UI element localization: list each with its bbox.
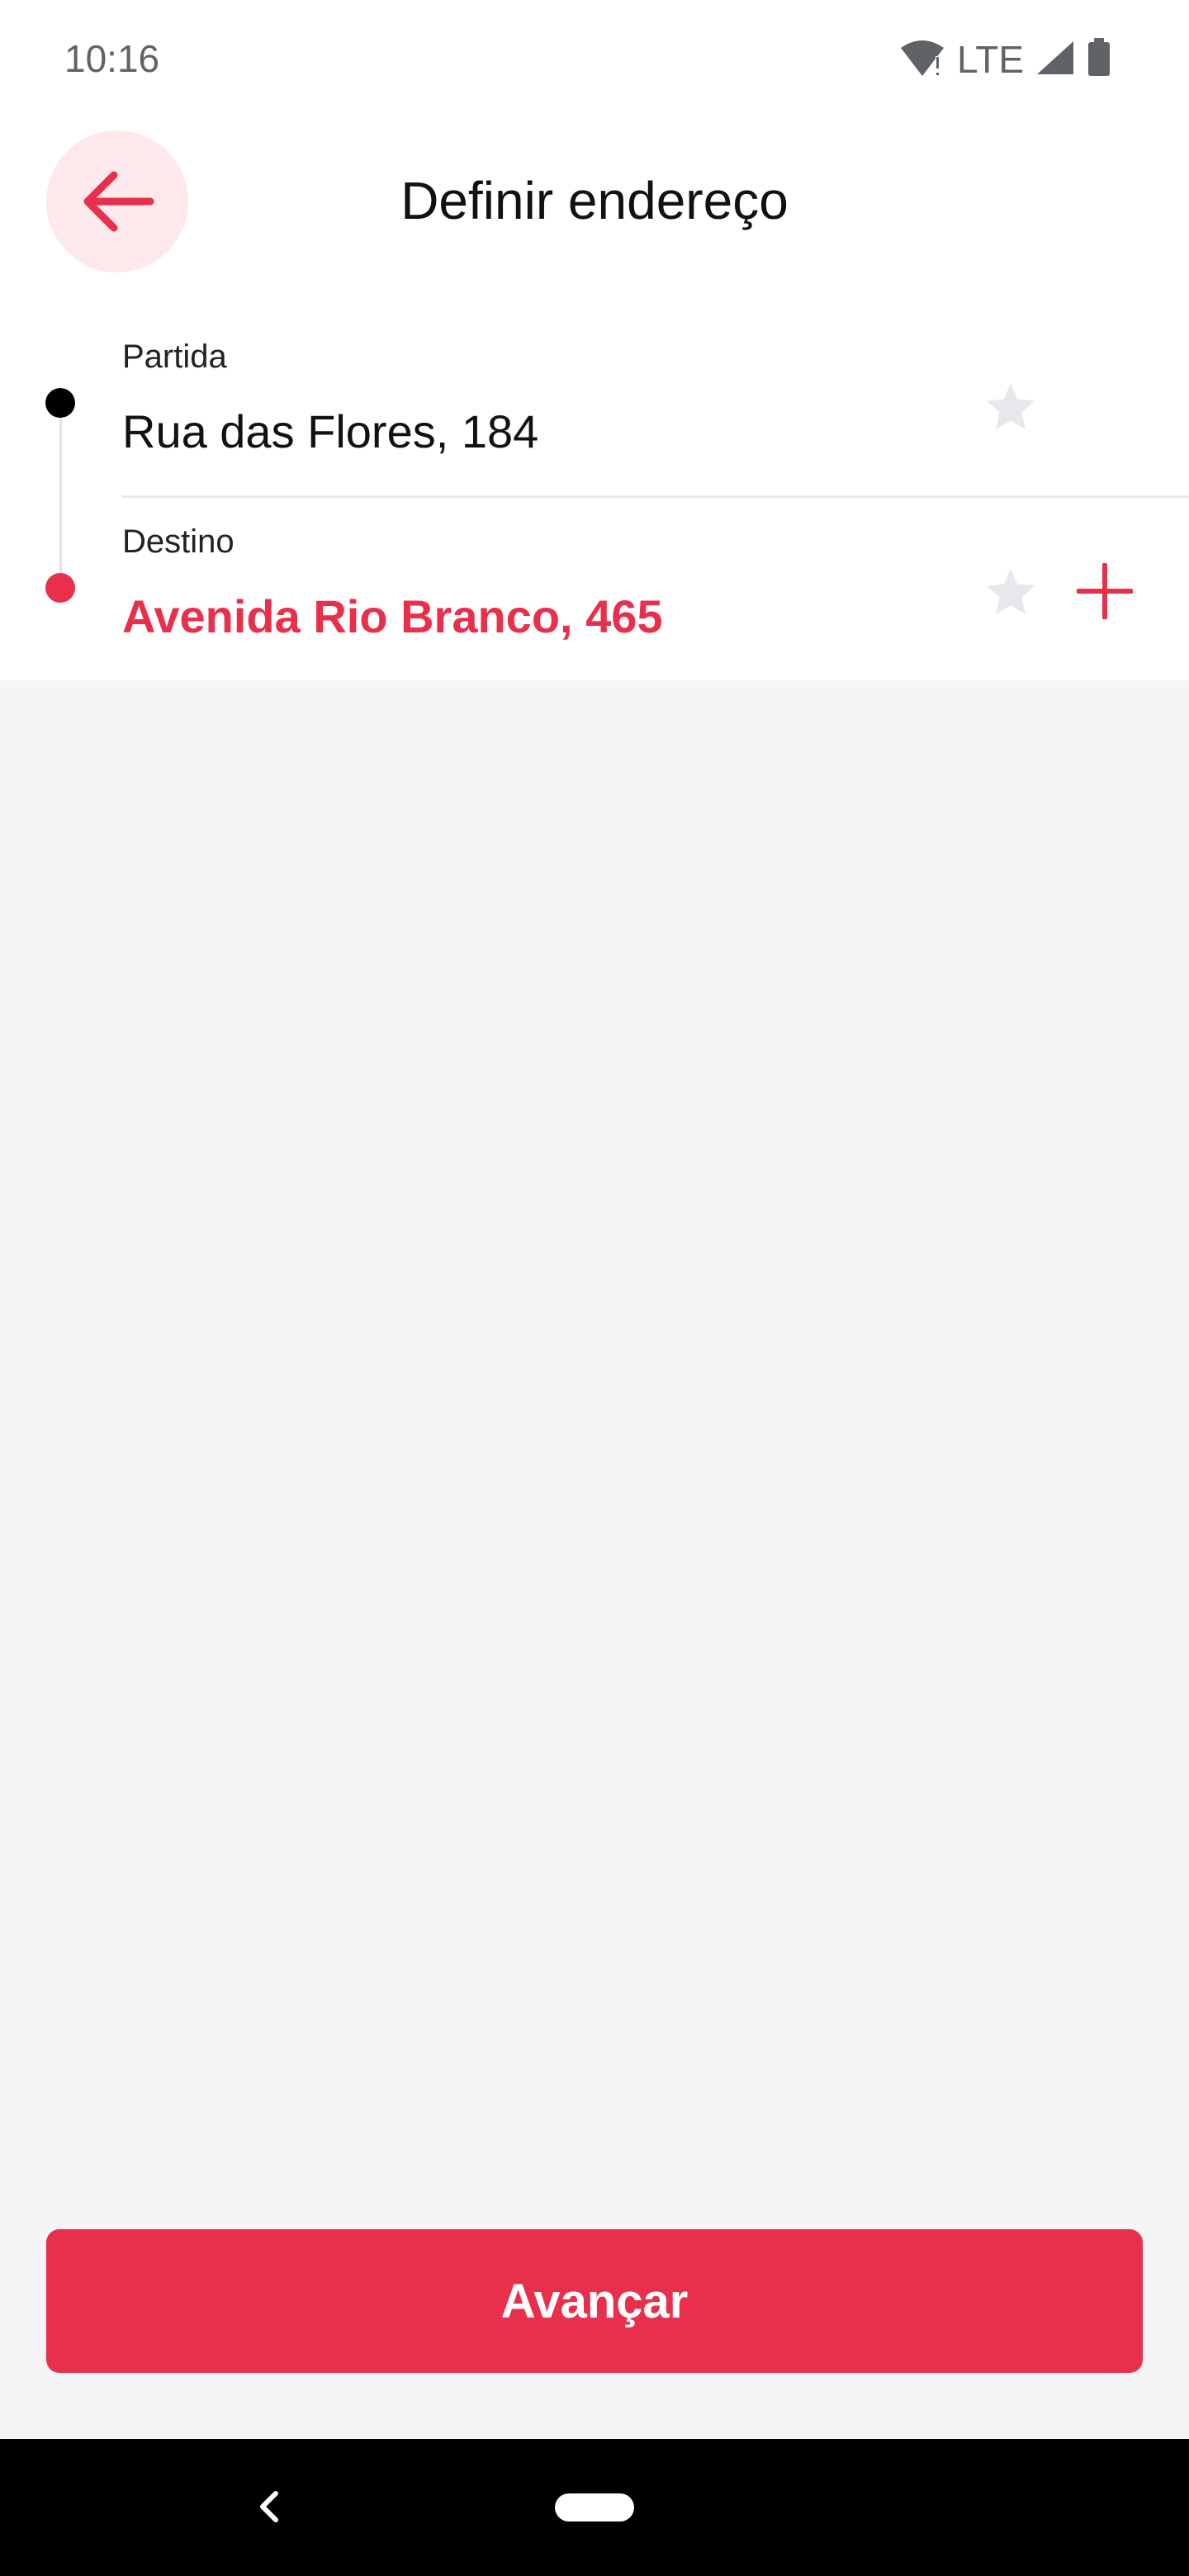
battery-icon [1087, 37, 1111, 82]
signal-icon [1035, 40, 1075, 80]
app-header: Definir endereço [0, 121, 1189, 310]
content-area [0, 680, 1189, 2439]
destination-label: Destino [122, 523, 234, 560]
status-bar: 10:16 LTE [0, 0, 1189, 121]
page-title: Definir endereço [400, 171, 789, 230]
next-button[interactable]: Avançar [46, 2229, 1143, 2373]
destination-address-field[interactable]: Avenida Rio Branco, 465 [122, 590, 948, 643]
address-panel: Partida Rua das Flores, 184 Destino Aven… [0, 310, 1189, 680]
nav-home-pill[interactable] [555, 2493, 634, 2522]
origin-address-field[interactable]: Rua das Flores, 184 [122, 405, 948, 458]
nav-back-button[interactable] [244, 2482, 294, 2531]
destination-row[interactable]: Destino Avenida Rio Branco, 465 [122, 495, 1189, 680]
status-icons: LTE [899, 36, 1111, 83]
origin-row[interactable]: Partida Rua das Flores, 184 [122, 310, 1189, 498]
origin-label: Partida [122, 339, 227, 375]
destination-dot-icon [45, 573, 75, 603]
star-icon [986, 383, 1035, 429]
network-type-label: LTE [957, 38, 1024, 81]
star-icon [986, 568, 1035, 614]
origin-favorite-button[interactable] [978, 373, 1044, 439]
plus-icon [1077, 563, 1133, 619]
add-stop-button[interactable] [1063, 550, 1146, 632]
destination-favorite-button[interactable] [978, 558, 1044, 624]
wifi-icon [899, 38, 945, 82]
status-time: 10:16 [64, 37, 160, 80]
route-connector-line [59, 403, 62, 589]
system-nav-bar [0, 2439, 1189, 2576]
origin-dot-icon [45, 388, 75, 418]
chevron-left-icon [260, 2491, 278, 2522]
